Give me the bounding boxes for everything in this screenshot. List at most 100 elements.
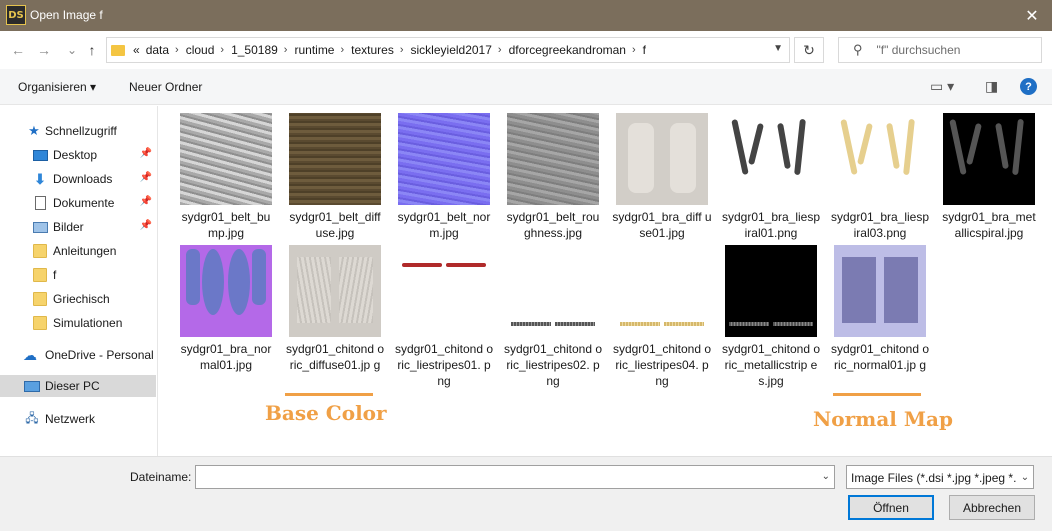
forward-arrow-icon[interactable]: →: [34, 40, 54, 60]
folder-icon: [32, 292, 48, 306]
file-thumbnail: [507, 113, 599, 205]
breadcrumb-separator-icon: ›: [220, 44, 225, 56]
daz-studio-app-icon: DS: [6, 5, 26, 25]
star-icon: ★: [28, 123, 40, 138]
sidebar-item-griechisch[interactable]: Griechisch: [0, 288, 156, 310]
breadcrumb-sickleyield2017[interactable]: sickleyield2017: [411, 43, 492, 57]
file-thumbnail: [725, 245, 817, 337]
pictures-icon: [32, 220, 48, 234]
search-placeholder: "f" durchsuchen: [876, 43, 961, 57]
bottom-panel: Dateiname: ⌄ Image Files (*.dsi *.jpg *.…: [0, 456, 1052, 531]
breadcrumb-separator-icon: ›: [283, 44, 288, 56]
file-thumbnail: [289, 245, 381, 337]
folder-icon: [111, 44, 125, 56]
breadcrumb-f[interactable]: f: [643, 43, 646, 57]
breadcrumb-cloud[interactable]: cloud: [186, 43, 215, 57]
sidebar-item-downloads[interactable]: ⬇ Downloads 📌: [0, 168, 156, 190]
normal-map-underline: [833, 393, 921, 396]
sidebar-item-network[interactable]: 🖧 Netzwerk: [0, 408, 156, 430]
sidebar-item-desktop[interactable]: Desktop 📌: [0, 144, 156, 166]
back-arrow-icon[interactable]: ←: [8, 40, 28, 60]
new-folder-button[interactable]: Neuer Ordner: [129, 80, 202, 94]
open-button[interactable]: Öffnen: [848, 495, 934, 520]
file-thumbnail: [943, 113, 1035, 205]
help-icon[interactable]: ?: [1020, 78, 1037, 95]
pin-icon: 📌: [139, 220, 152, 231]
preview-pane-icon[interactable]: ◨: [985, 78, 998, 95]
filename-input[interactable]: ⌄: [195, 465, 835, 489]
breadcrumb-separator-icon: ›: [497, 44, 502, 56]
breadcrumb-dforcegreekandroman[interactable]: dforcegreekandroman: [509, 43, 626, 57]
file-thumbnail: [289, 113, 381, 205]
sidebar-item-this-pc[interactable]: Dieser PC: [0, 375, 156, 397]
breadcrumb-separator-icon: ›: [175, 44, 179, 56]
sidebar-item-onedrive[interactable]: ☁ OneDrive - Personal: [0, 344, 156, 366]
filename-dropdown-chevron-icon[interactable]: ⌄: [822, 471, 830, 482]
file-thumbnail: [180, 113, 272, 205]
computer-icon: [24, 379, 40, 393]
file-thumbnail: [834, 113, 926, 205]
file-thumbnail: [398, 245, 490, 337]
up-arrow-icon[interactable]: ↑: [82, 40, 102, 60]
document-icon: [32, 196, 48, 210]
file-thumbnail: [616, 245, 708, 337]
pin-icon: 📌: [139, 196, 152, 207]
breadcrumb-overflow[interactable]: «: [133, 43, 140, 57]
search-input[interactable]: ⚲ "f" durchsuchen: [838, 37, 1042, 63]
navigation-pane: ★ Schnellzugriff Desktop 📌 ⬇ Downloads 📌…: [0, 106, 158, 456]
cancel-button[interactable]: Abbrechen: [949, 495, 1035, 520]
close-button[interactable]: ✕: [1012, 0, 1052, 31]
sidebar-item-pictures[interactable]: Bilder 📌: [0, 216, 156, 238]
sidebar-item-simulationen[interactable]: Simulationen: [0, 312, 156, 334]
file-name: sydgr01_bra_nor mal01.jpg: [180, 342, 272, 372]
address-dropdown-chevron-icon[interactable]: ▼: [773, 43, 783, 54]
sidebar-item-anleitungen[interactable]: Anleitungen: [0, 240, 156, 262]
organize-button[interactable]: Organisieren ▾: [18, 80, 96, 94]
recent-locations-chevron-icon[interactable]: ⌄: [62, 40, 82, 60]
file-thumbnail: [398, 113, 490, 205]
file-name: sydgr01_bra_liesp iral03.png: [830, 210, 930, 240]
file-type-value: Image Files (*.dsi *.jpg *.jpeg *.p: [851, 471, 1024, 485]
file-name: sydgr01_chitond oric_normal01.jp g: [830, 342, 930, 372]
folder-icon: [32, 316, 48, 330]
folder-icon: [32, 244, 48, 258]
download-arrow-icon: ⬇: [34, 170, 46, 187]
cloud-icon: ☁: [23, 346, 37, 363]
breadcrumb-1_50189[interactable]: 1_50189: [231, 43, 278, 57]
base-color-underline: [285, 393, 373, 396]
refresh-button[interactable]: ↻: [794, 37, 824, 63]
file-name: sydgr01_belt_nor m.jpg: [397, 210, 491, 240]
file-name: sydgr01_chitond oric_metallicstrip es.jp…: [721, 342, 821, 388]
pin-icon: 📌: [139, 148, 152, 159]
search-icon: ⚲: [853, 42, 863, 57]
breadcrumb-runtime[interactable]: runtime: [294, 43, 334, 57]
base-color-annotation: Base Color: [265, 401, 387, 425]
sidebar-item-quick-access[interactable]: ★ Schnellzugriff: [0, 120, 156, 142]
file-type-chevron-icon[interactable]: ⌄: [1017, 466, 1033, 488]
breadcrumb-separator-icon: ›: [340, 44, 345, 56]
folder-icon: [32, 268, 48, 282]
file-thumbnail: [180, 245, 272, 337]
file-name: sydgr01_belt_rou ghness.jpg: [506, 210, 600, 240]
title-bar: DS Open Image f ✕: [0, 0, 1052, 31]
file-type-select[interactable]: Image Files (*.dsi *.jpg *.jpeg *.p ⌄: [846, 465, 1034, 489]
network-icon: 🖧: [25, 410, 39, 425]
breadcrumb-data[interactable]: data: [146, 43, 169, 57]
file-name: sydgr01_chitond oric_liestripes02. png: [503, 342, 603, 388]
address-bar[interactable]: « data › cloud › 1_50189 › runtime › tex…: [106, 37, 790, 63]
normal-map-annotation: Normal Map: [813, 407, 953, 431]
breadcrumb-separator-icon: ›: [399, 44, 404, 56]
file-thumbnail: [616, 113, 708, 205]
view-options-icon[interactable]: ▭ ▾: [930, 78, 954, 95]
file-name: sydgr01_bra_met allicspiral.jpg: [942, 210, 1036, 240]
file-name: sydgr01_belt_diff use.jpg: [289, 210, 381, 240]
breadcrumb-separator-icon: ›: [631, 44, 636, 56]
pin-icon: 📌: [139, 172, 152, 183]
sidebar-item-f[interactable]: f: [0, 264, 156, 286]
file-name: sydgr01_bra_diff use01.jpg: [612, 210, 712, 240]
sidebar-item-documents[interactable]: Dokumente 📌: [0, 192, 156, 214]
breadcrumb-textures[interactable]: textures: [351, 43, 394, 57]
window-title: Open Image f: [30, 8, 103, 22]
file-list: sydgr01_belt_bu mp.jpg sydgr01_belt_diff…: [159, 106, 1052, 456]
file-thumbnail: [507, 245, 599, 337]
